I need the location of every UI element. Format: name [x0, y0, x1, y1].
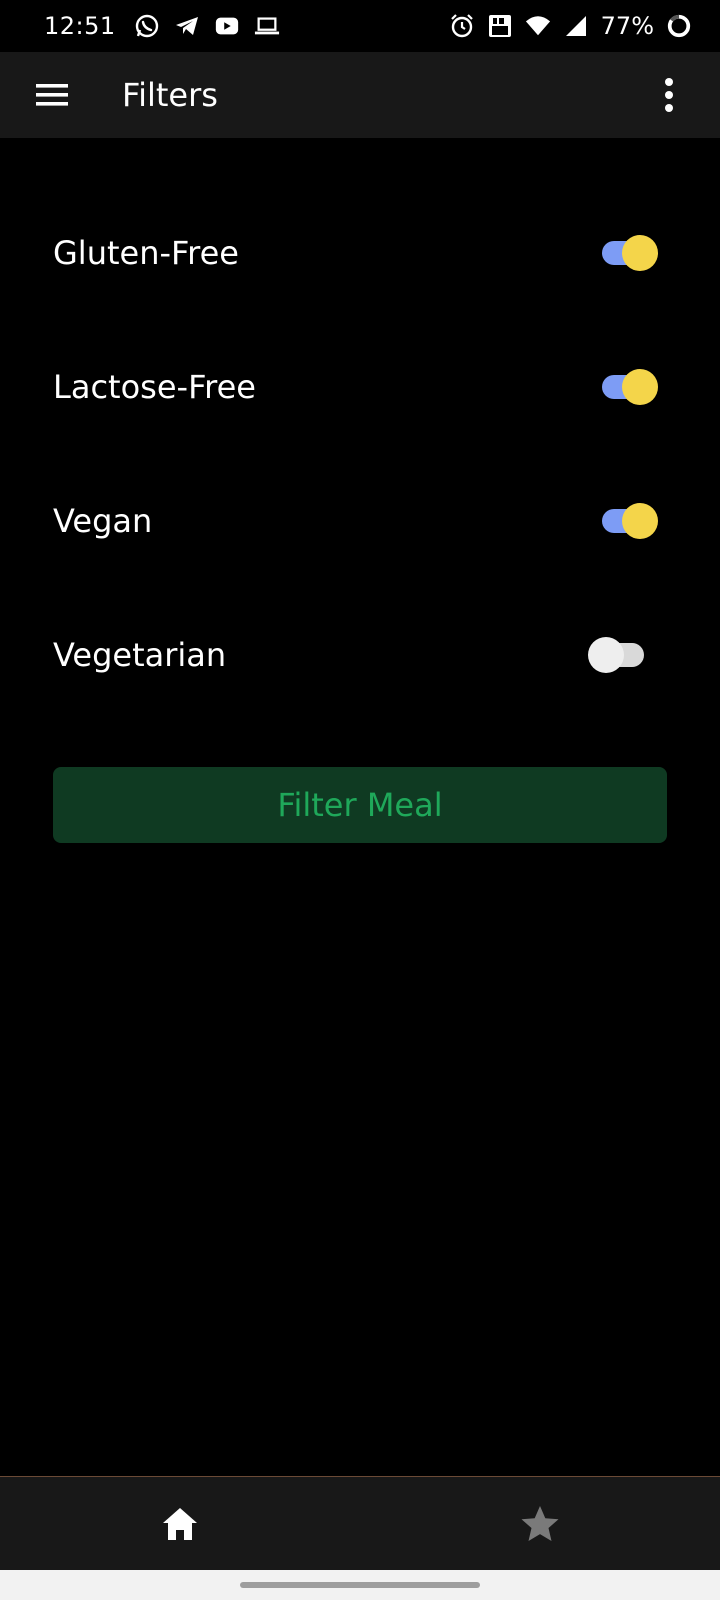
battery-ring-icon: [666, 13, 692, 39]
volte-icon: [487, 13, 513, 39]
laptop-icon: [254, 13, 280, 39]
youtube-icon: [214, 13, 240, 39]
switch-thumb: [622, 369, 658, 405]
gluten-free-switch[interactable]: [592, 233, 662, 273]
switch-thumb: [622, 235, 658, 271]
more-options-button[interactable]: [654, 69, 684, 121]
bottom-nav: [0, 1476, 720, 1570]
filter-row-gluten-free[interactable]: Gluten-Free: [0, 186, 720, 320]
filter-label: Vegan: [53, 502, 153, 540]
telegram-icon: [174, 13, 200, 39]
gesture-bar: [0, 1570, 720, 1600]
filter-label: Lactose-Free: [53, 368, 256, 406]
vegan-switch[interactable]: [592, 501, 662, 541]
nav-item-home[interactable]: [0, 1477, 360, 1570]
vegetarian-switch[interactable]: [588, 635, 662, 675]
page-title: Filters: [122, 76, 218, 114]
status-right: 77%: [449, 12, 692, 40]
menu-button[interactable]: [26, 69, 78, 121]
filter-meal-button[interactable]: Filter Meal: [53, 767, 667, 843]
filter-list: Gluten-Free Lactose-Free Vegan Vegetaria…: [0, 186, 720, 722]
app-bar: Filters: [0, 52, 720, 138]
nav-item-favorites[interactable]: [360, 1477, 720, 1570]
star-icon: [521, 1505, 559, 1541]
filter-label: Vegetarian: [53, 636, 227, 674]
status-left: 12:51: [44, 12, 280, 40]
switch-thumb: [588, 637, 624, 673]
filter-row-vegan[interactable]: Vegan: [0, 454, 720, 588]
screen: 12:51 77% Filters Gluten-Free Lactose-Fr…: [0, 0, 720, 1600]
more-vertical-icon: [665, 78, 673, 112]
status-bar: 12:51 77%: [0, 0, 720, 52]
filter-row-lactose-free[interactable]: Lactose-Free: [0, 320, 720, 454]
filter-label: Gluten-Free: [53, 234, 239, 272]
lactose-free-switch[interactable]: [592, 367, 662, 407]
gesture-handle[interactable]: [240, 1582, 480, 1588]
filter-row-vegetarian[interactable]: Vegetarian: [0, 588, 720, 722]
alarm-icon: [449, 13, 475, 39]
battery-percentage: 77%: [600, 12, 654, 40]
wifi-icon: [525, 13, 551, 39]
status-time: 12:51: [44, 12, 116, 40]
switch-thumb: [622, 503, 658, 539]
home-icon: [163, 1507, 197, 1540]
signal-icon: [563, 13, 589, 39]
hamburger-menu-icon: [36, 84, 68, 106]
whatsapp-icon: [134, 13, 160, 39]
